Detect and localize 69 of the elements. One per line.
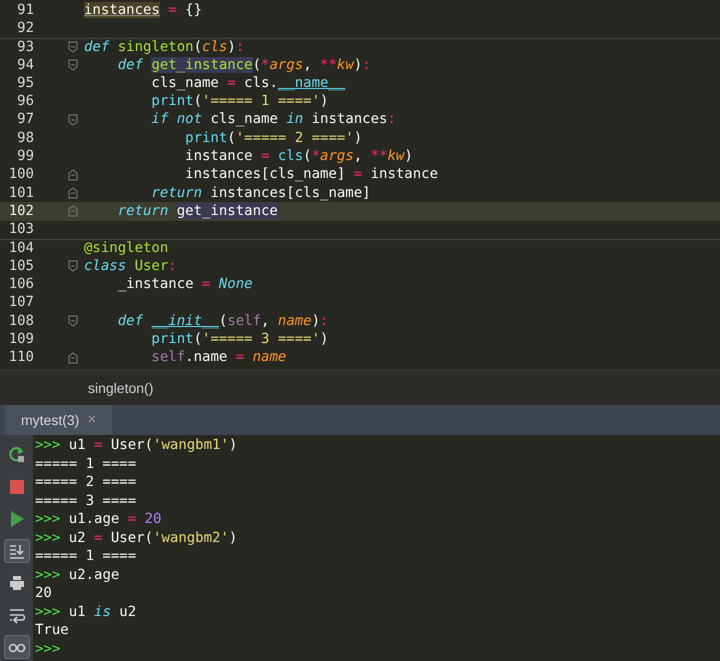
fold-marker-icon[interactable] bbox=[68, 205, 78, 218]
code-line: return get_instance bbox=[116, 202, 278, 221]
line-number: 102 bbox=[8, 202, 34, 221]
console-line: >>> u1 is u2 bbox=[35, 602, 138, 621]
fold-marker-icon[interactable] bbox=[68, 187, 78, 200]
code-line: print('===== 2 ====') bbox=[184, 128, 362, 148]
code-line: def __init__(self, name): bbox=[116, 312, 328, 331]
code-line: cls_name = cls.__name__ bbox=[150, 74, 346, 93]
line-number: 106 bbox=[8, 275, 34, 294]
scroll-to-end-icon bbox=[8, 542, 26, 560]
fold-marker-icon[interactable] bbox=[68, 260, 78, 272]
line-number: 110 bbox=[8, 348, 34, 368]
line-number: 96 bbox=[16, 92, 34, 112]
console-tab[interactable]: mytest(3) × bbox=[5, 405, 112, 435]
fold-marker-icon[interactable] bbox=[68, 315, 78, 328]
line-number: 92 bbox=[16, 18, 34, 38]
close-icon[interactable]: × bbox=[87, 408, 96, 432]
line-number: 101 bbox=[8, 184, 34, 203]
code-line: print('===== 3 ====') bbox=[150, 330, 328, 349]
code-line: def singleton(cls): bbox=[84, 38, 244, 57]
code-line: return instances[cls_name] bbox=[150, 184, 371, 203]
line-number: 103 bbox=[8, 220, 34, 240]
code-line: self.name = name bbox=[150, 348, 286, 368]
console-line: 20 bbox=[35, 584, 53, 602]
line-number: 98 bbox=[16, 128, 34, 148]
line-number: 91 bbox=[16, 0, 34, 20]
console-line: >>> u1 = User('wangbm1') bbox=[35, 436, 238, 454]
line-number: 104 bbox=[8, 239, 34, 258]
line-number: 95 bbox=[16, 74, 34, 93]
code-line: _instance = None bbox=[116, 275, 253, 294]
tab-label[interactable]: mytest(3) bbox=[21, 410, 80, 430]
rerun-icon bbox=[8, 446, 26, 464]
code-line: def get_instance(*args, **kw): bbox=[116, 56, 371, 75]
console-line: ===== 3 ==== bbox=[35, 492, 138, 510]
console-line: >>> bbox=[35, 640, 62, 658]
console-line: ===== 1 ==== bbox=[35, 454, 138, 473]
line-number: 109 bbox=[8, 330, 34, 349]
line-number: 100 bbox=[8, 165, 34, 184]
breadcrumb[interactable]: singleton() bbox=[88, 378, 154, 398]
line-number: 107 bbox=[8, 293, 34, 312]
fold-marker-icon[interactable] bbox=[68, 114, 78, 126]
toolbar-button[interactable] bbox=[4, 539, 30, 563]
line-number: 105 bbox=[8, 256, 34, 276]
fold-marker-icon[interactable] bbox=[68, 41, 78, 54]
line-number: 99 bbox=[16, 147, 34, 166]
line-number: 94 bbox=[16, 56, 34, 75]
console-line: ===== 1 ==== bbox=[35, 547, 138, 566]
code-line: class User: bbox=[84, 256, 177, 276]
code-line: instances[cls_name] = instance bbox=[184, 165, 438, 184]
soft-wrap-icon bbox=[8, 606, 26, 624]
console-line: >>> u2 = User('wangbm2') bbox=[35, 528, 238, 547]
line-number: 97 bbox=[16, 110, 34, 130]
toolbar-button[interactable] bbox=[4, 635, 30, 659]
stop-icon bbox=[8, 478, 26, 496]
code-line: @singleton bbox=[84, 239, 168, 258]
code-line: if not cls_name in instances: bbox=[150, 110, 396, 130]
console-line: ===== 2 ==== bbox=[35, 473, 138, 492]
console-line: >>> u1.age = 20 bbox=[35, 510, 162, 528]
fold-marker-icon[interactable] bbox=[68, 352, 78, 364]
code-line: instances = {} bbox=[84, 0, 202, 20]
code-line: instance = cls(*args, **kw) bbox=[184, 147, 413, 166]
fold-marker-icon[interactable] bbox=[68, 59, 78, 72]
console-line: True bbox=[35, 621, 70, 640]
line-number: 93 bbox=[16, 38, 34, 57]
code-line: print('===== 1 ====') bbox=[150, 92, 328, 112]
console-line: >>> u2.age bbox=[35, 566, 120, 584]
printer-icon bbox=[8, 574, 26, 592]
line-number: 108 bbox=[8, 312, 34, 331]
fold-marker-icon[interactable] bbox=[68, 168, 78, 181]
